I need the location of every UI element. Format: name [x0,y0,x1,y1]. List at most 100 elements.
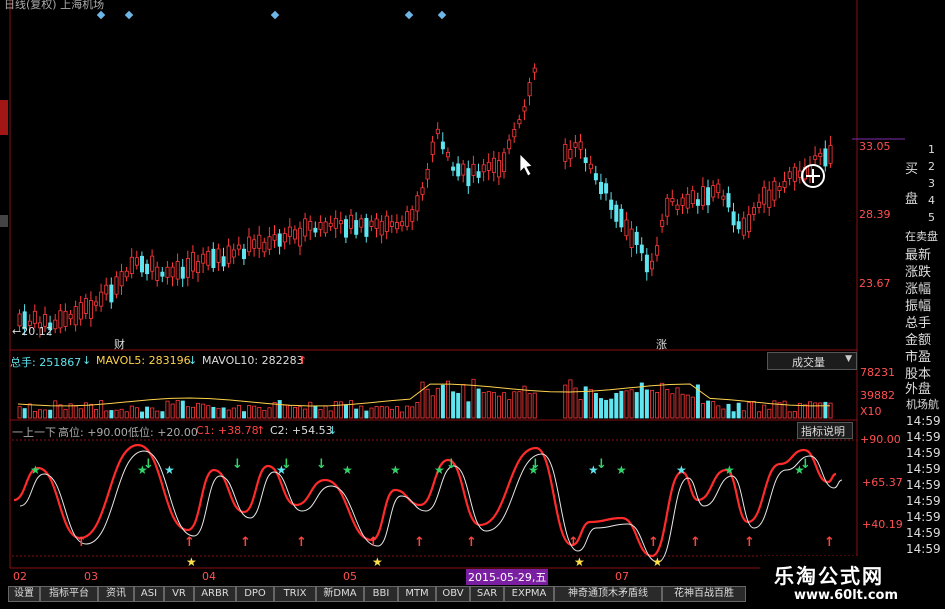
tab-bbi[interactable]: BBI [364,586,398,602]
candle [527,82,532,97]
volume-bar [185,406,190,419]
volume-bar [22,408,27,419]
date-label: 04 [202,570,216,583]
cursor-icon [519,153,533,177]
down-arrow-icon: ↓ [188,354,198,367]
event-marker[interactable]: 财 [114,336,125,352]
trade-time: 14:59 [906,414,941,428]
volume-bar [262,409,267,419]
volume-bar [272,402,277,419]
trade-time: 14:59 [906,526,941,540]
candle [196,261,201,274]
candle [349,214,354,229]
candle [604,183,609,194]
candle [139,255,144,273]
tab-magic-line[interactable]: 神奇通顶木矛盾线 [554,586,662,602]
buy-label: 买 [905,162,919,177]
tab-settings[interactable]: 设置 [8,586,40,602]
volume-bar [236,404,241,419]
candle [400,221,405,227]
candle [185,258,190,278]
volume-bar [27,403,32,419]
volume-bar [502,392,507,419]
candle [813,155,818,160]
tab-sar[interactable]: SAR [470,586,504,602]
event-marker[interactable]: 涨 [656,336,667,352]
volume-bar [252,405,257,419]
volume-bar [588,388,593,419]
watermark: 乐淘公式网 www.60lt.com [760,556,945,609]
tab-obv[interactable]: OBV [436,586,470,602]
candle [573,142,578,148]
candle [124,270,129,278]
candle [609,199,614,210]
date-label: 07 [615,570,629,583]
trade-time: 14:59 [906,478,941,492]
volume-bar [349,400,354,419]
volume-bars [17,378,833,419]
tab-arbr[interactable]: ARBR [194,586,236,602]
down-arrow-icon: ↓ [800,457,811,472]
candle [298,227,303,247]
down-arrow-icon: ↓ [446,457,457,472]
tab-news[interactable]: 资讯 [98,586,134,602]
volume-bar [119,408,124,419]
volume-bar [456,392,461,419]
star-icon: ★ [616,463,627,477]
volume-bar [313,405,318,419]
candle [303,218,308,237]
volume-bar [532,392,537,419]
trade-time: 14:59 [906,542,941,556]
candle [451,166,456,171]
candle [134,257,139,266]
tab-expma[interactable]: EXPMA [504,586,554,602]
volume-bar [481,392,486,419]
tab-vr[interactable]: VR [164,586,194,602]
volume-bar [160,411,165,419]
volume-bar [389,408,394,419]
candle [420,187,425,195]
volume-bar [211,406,216,419]
watermark-title: 乐淘公式网 [774,564,884,588]
volume-bar [190,406,195,419]
candle [272,234,277,241]
volume-bar [124,411,129,419]
volume-bar [476,388,481,419]
star-icon: ★ [30,463,41,477]
candle [58,310,63,329]
candle [323,221,328,234]
tab-asi[interactable]: ASI [134,586,164,602]
tab-dpo[interactable]: DPO [236,586,274,602]
volume-bar [17,406,22,419]
tab-trix[interactable]: TRIX [274,586,316,602]
stock-chart[interactable]: ★★★★★★★★★★★★★★★★★★↑↑↑↑↑↑↑↑↑↑↑↑↓↓↓↓↓↓↓↓ [0,0,945,609]
volume-bar [624,390,629,419]
candle [364,217,369,237]
candle [496,160,501,178]
volume-bar [400,411,405,419]
tab-new-dma[interactable]: 新DMA [316,586,364,602]
candle [721,195,726,200]
candle [89,300,94,319]
tab-mtm[interactable]: MTM [398,586,436,602]
volume-bar [38,409,43,419]
date-selected[interactable]: 2015-05-29,五 [466,569,549,585]
volume-bar [287,405,292,419]
candle [762,186,767,205]
trade-time: 14:59 [906,430,941,444]
order-level: 2 [928,160,935,173]
candle [563,144,568,162]
indicator-help-button[interactable]: 指标说明 [797,422,853,439]
volume-indicator-dropdown[interactable]: 成交量 ▼ [767,352,857,370]
tab-indicator-platform[interactable]: 指标平台 [40,586,98,602]
up-arrow-icon: ↑ [184,535,195,550]
trade-time: 14:59 [906,446,941,460]
left-edge-marker [0,215,8,227]
price-axis-label: 33.05 [859,140,891,153]
down-arrow-icon: ↓ [82,354,92,367]
volume-mavol10: MAVOL10: 282283 [202,354,304,367]
volume-bar [782,400,787,419]
volume-bar [746,402,751,419]
tab-flower-god[interactable]: 花神百战百胜 [662,586,746,602]
candle [155,266,160,281]
